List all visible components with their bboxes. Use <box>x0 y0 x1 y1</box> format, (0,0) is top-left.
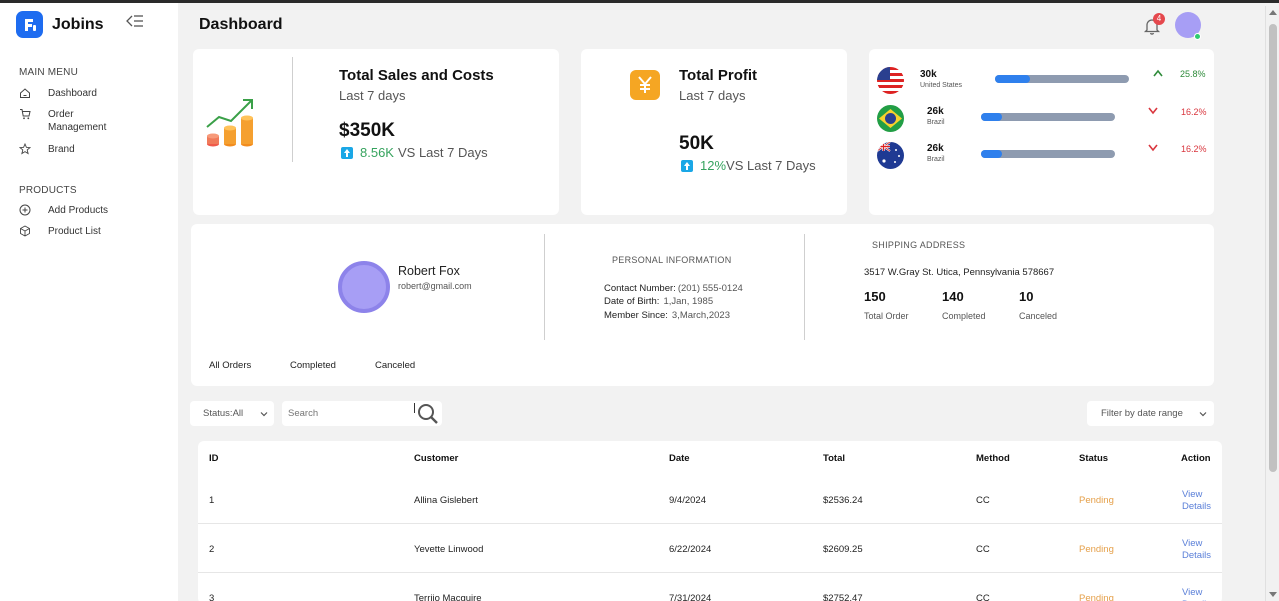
sidebar: Jobins MAIN MENU Dashboard Order Managem… <box>0 3 178 601</box>
scroll-down-icon[interactable] <box>1269 592 1277 597</box>
divider <box>292 57 293 162</box>
sidebar-item-product-list[interactable]: Product List <box>19 225 118 238</box>
text-cursor <box>414 403 415 413</box>
personal-info-heading: PERSONAL INFORMATION <box>612 255 732 265</box>
status-badge: Pending <box>1079 495 1114 506</box>
arrow-up-icon <box>681 159 693 172</box>
us-flag-icon <box>877 67 904 94</box>
sidebar-item-add-products[interactable]: Add Products <box>19 204 118 217</box>
stat-canceled-label: Canceled <box>1019 311 1058 321</box>
sales-value: $350K <box>339 120 395 141</box>
yuan-coin-icon <box>630 70 660 100</box>
shipping-address: 3517 W.Gray St. Utica, Pennsylvania 5786… <box>864 267 1055 278</box>
column-header-status: Status <box>1079 453 1109 464</box>
stat-canceled-value: 10 <box>1019 289 1034 304</box>
status-badge: Pending <box>1079 593 1114 601</box>
member-since: Member Since: 3,March,2023 <box>604 310 730 321</box>
tab-completed[interactable]: Completed <box>290 360 336 371</box>
chevron-down-icon <box>1199 411 1207 416</box>
divider <box>544 234 545 340</box>
status-badge: Pending <box>1079 544 1114 555</box>
stat-total-order-value: 150 <box>864 289 886 304</box>
table-row: 2 Yevette Linwood 6/22/2024 $2609.25 CC … <box>198 524 1222 573</box>
column-header-action: Action <box>1181 453 1211 464</box>
view-details-link[interactable]: View Details <box>1182 489 1216 513</box>
view-details-link[interactable]: View Details <box>1182 587 1216 601</box>
cart-icon <box>20 109 31 120</box>
column-header-method: Method <box>976 453 1010 464</box>
profit-subtitle: Last 7 days <box>679 88 746 103</box>
trend-up-icon <box>1153 69 1163 77</box>
country-row: 30k United States 25.8% <box>869 65 1214 99</box>
date-range-filter[interactable]: Filter by date range <box>1087 401 1214 426</box>
country-row: 26k Brazil 16.2% <box>869 140 1214 174</box>
search-input[interactable] <box>282 408 407 419</box>
chevron-down-icon <box>260 411 268 416</box>
brand[interactable]: Jobins <box>16 11 104 38</box>
table-row: 3 Terrijo Macguire 7/31/2024 $2752.47 CC… <box>198 573 1222 601</box>
search-icon[interactable] <box>417 403 439 425</box>
sales-delta: 8.56K VS Last 7 Days <box>341 145 488 160</box>
shipping-address-heading: SHIPPING ADDRESS <box>872 240 966 250</box>
search-box[interactable] <box>282 401 442 426</box>
brazil-flag-icon <box>877 105 904 132</box>
stat-completed-value: 140 <box>942 289 964 304</box>
stat-completed-label: Completed <box>942 311 986 321</box>
notification-badge: 4 <box>1153 13 1165 25</box>
date-of-birth: Date of Birth: 1,Jan, 1985 <box>604 296 714 307</box>
customer-email: robert@gmail.com <box>398 281 472 291</box>
orders-table: ID Customer Date Total Method Status Act… <box>198 441 1222 601</box>
profit-value: 50K <box>679 133 714 154</box>
progress-bar <box>981 150 1115 158</box>
column-header-date: Date <box>669 453 690 464</box>
sales-subtitle: Last 7 days <box>339 88 406 103</box>
profit-delta: 12% VS Last 7 Days <box>681 158 816 173</box>
country-row: 26k Brazil 16.2% <box>869 103 1214 137</box>
column-header-id: ID <box>209 453 219 464</box>
tab-all-orders[interactable]: All Orders <box>209 360 251 371</box>
column-header-total: Total <box>823 453 845 464</box>
profit-card: Total Profit Last 7 days 50K 12% VS Last… <box>581 49 847 215</box>
trend-down-icon <box>1148 107 1158 115</box>
box-icon <box>20 225 30 237</box>
divider <box>804 234 805 340</box>
profit-title: Total Profit <box>679 67 758 84</box>
avatar <box>338 261 390 313</box>
page-scrollbar[interactable] <box>1265 6 1279 601</box>
sales-growth-icon <box>206 99 253 147</box>
table-row: 1 Allina Gislebert 9/4/2024 $2536.24 CC … <box>198 475 1222 524</box>
online-status-icon <box>1194 33 1201 40</box>
customer-name: Robert Fox <box>398 264 460 278</box>
arrow-up-icon <box>341 146 353 159</box>
australia-flag-icon <box>877 142 904 169</box>
tab-canceled[interactable]: Canceled <box>375 360 415 371</box>
trend-down-icon <box>1148 144 1158 152</box>
sales-card: Total Sales and Costs Last 7 days $350K … <box>193 49 559 215</box>
collapse-sidebar-icon[interactable] <box>126 14 144 28</box>
products-heading: PRODUCTS <box>19 185 77 196</box>
column-header-customer: Customer <box>414 453 459 464</box>
sidebar-item-dashboard[interactable]: Dashboard <box>19 87 118 100</box>
sales-title: Total Sales and Costs <box>339 67 494 84</box>
scroll-up-icon[interactable] <box>1269 10 1277 15</box>
page-title: Dashboard <box>199 16 283 33</box>
contact-number: Contact Number: (201) 555-0124 <box>604 283 743 294</box>
progress-bar <box>981 113 1115 121</box>
main-menu-heading: MAIN MENU <box>19 67 79 78</box>
home-icon <box>20 88 30 98</box>
scrollbar-thumb[interactable] <box>1269 24 1277 472</box>
countries-card: 30k United States 25.8% 26k Brazil 16.2%… <box>869 49 1214 215</box>
star-icon <box>19 143 31 155</box>
app-logo-icon <box>16 11 43 38</box>
stat-total-order-label: Total Order <box>864 311 909 321</box>
sidebar-item-order-management[interactable]: Order Management <box>19 108 118 134</box>
progress-bar <box>995 75 1129 83</box>
status-filter-select[interactable]: Status:All <box>190 401 274 426</box>
view-details-link[interactable]: View Details <box>1182 538 1216 562</box>
customer-profile-card: Robert Fox robert@gmail.com PERSONAL INF… <box>191 224 1214 386</box>
sidebar-item-brand[interactable]: Brand <box>19 143 118 156</box>
plus-circle-icon <box>19 204 31 216</box>
app-name: Jobins <box>52 15 104 33</box>
